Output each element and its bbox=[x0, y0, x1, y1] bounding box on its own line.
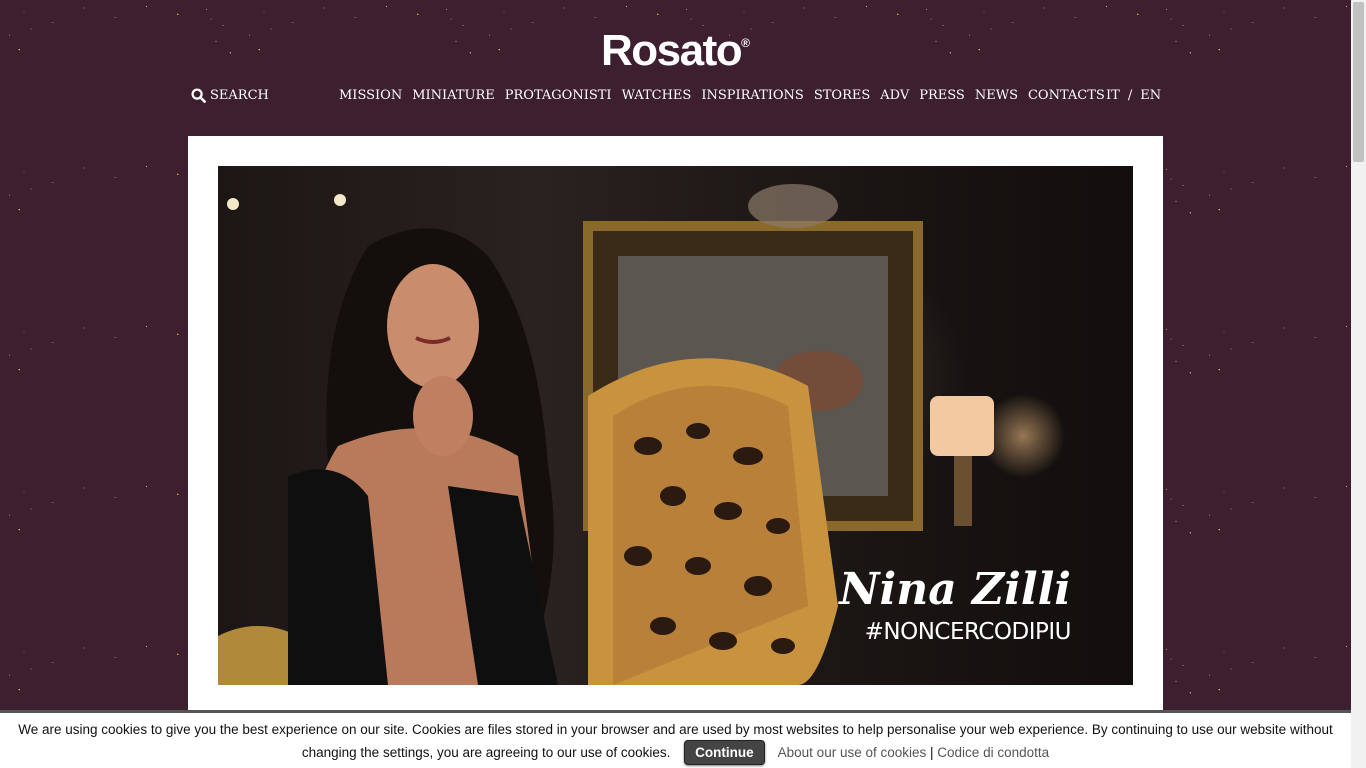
nav-watches[interactable]: WATCHES bbox=[622, 88, 692, 103]
nav-press[interactable]: PRESS bbox=[919, 88, 965, 103]
cookie-policy-link[interactable]: About our use of cookies bbox=[778, 745, 927, 760]
cookie-banner: We are using cookies to give you the bes… bbox=[0, 710, 1351, 768]
content-panel: Nina Zilli #NONCERCODIPIU bbox=[188, 136, 1163, 710]
language-switcher: IT / EN bbox=[1106, 88, 1161, 103]
hero-banner[interactable]: Nina Zilli #NONCERCODIPIU bbox=[218, 166, 1133, 685]
lang-it[interactable]: IT bbox=[1106, 88, 1120, 103]
brand-logo[interactable]: Rosato® bbox=[0, 26, 1351, 76]
hero-tagline: #NONCERCODIPIU bbox=[864, 619, 1072, 645]
nav-stores[interactable]: STORES bbox=[814, 88, 870, 103]
lang-en[interactable]: EN bbox=[1140, 88, 1161, 103]
nav-inspirations[interactable]: INSPIRATIONS bbox=[701, 88, 804, 103]
nav-miniature[interactable]: MINIATURE bbox=[412, 88, 495, 103]
continue-button[interactable]: Continue bbox=[684, 740, 765, 765]
logo-text: Rosato bbox=[601, 26, 743, 75]
scrollbar-thumb[interactable] bbox=[1353, 2, 1364, 162]
page-scrollbar[interactable] bbox=[1351, 0, 1366, 768]
main-nav: MISSION MINIATURE PROTAGONISTI WATCHES I… bbox=[339, 88, 1105, 103]
registered-mark: ® bbox=[741, 36, 750, 50]
search-link[interactable]: SEARCH bbox=[191, 88, 269, 103]
nav-protagonisti[interactable]: PROTAGONISTI bbox=[505, 88, 612, 103]
nav-adv[interactable]: ADV bbox=[880, 88, 909, 103]
nav-news[interactable]: NEWS bbox=[975, 88, 1018, 103]
lang-separator: / bbox=[1127, 88, 1133, 103]
nav-mission[interactable]: MISSION bbox=[339, 88, 402, 103]
code-of-conduct-link[interactable]: Codice di condotta bbox=[937, 745, 1049, 760]
cookie-link-separator: | bbox=[930, 745, 934, 760]
hero-title: Nina Zilli bbox=[839, 564, 1071, 615]
cookie-text: We are using cookies to give you the bes… bbox=[18, 722, 1333, 760]
nav-contacts[interactable]: CONTACTS bbox=[1028, 88, 1105, 103]
search-icon bbox=[191, 88, 206, 103]
search-label: SEARCH bbox=[210, 88, 269, 103]
